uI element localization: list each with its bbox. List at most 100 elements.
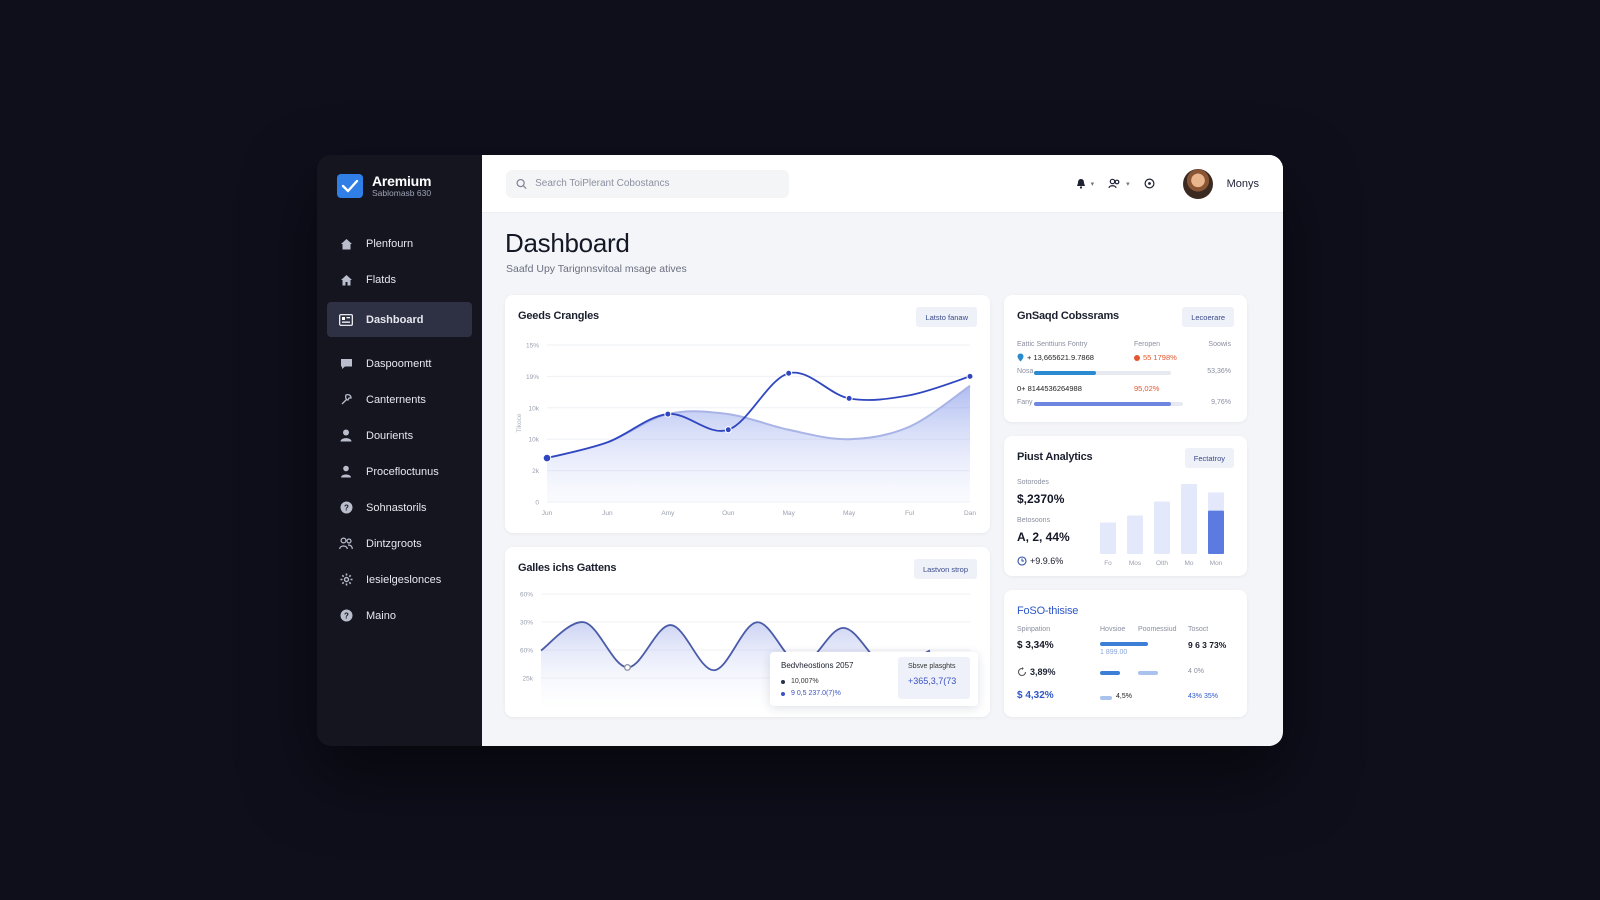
area-fill (547, 385, 970, 502)
app-window: Aremium Sablomasb 630 Plenfourn Flatds Das… (317, 155, 1283, 746)
home-icon (339, 237, 353, 251)
row-label: Nosa (1017, 368, 1034, 375)
progress-fill (1034, 402, 1172, 406)
avatar[interactable] (1182, 168, 1213, 199)
y-tick-label: 15% (526, 343, 539, 350)
sidebar-item-label: Plenfourn (366, 237, 414, 250)
progress-fill (1034, 371, 1096, 375)
sidebar-item-dashboard[interactable]: Dashboard (327, 302, 472, 337)
tooltip-row: 9 0,5 237.0(7)% (781, 690, 841, 697)
sidebar-item-maino[interactable]: ? Maino (327, 599, 472, 632)
house-icon (339, 273, 353, 287)
tooltip-row1: 10,007% (791, 678, 819, 685)
metric-right: 4 0% (1188, 668, 1204, 675)
x-tick-label: Olth (1156, 560, 1168, 567)
sidebar-item-dintzgroots[interactable]: Dintzgroots (327, 527, 472, 560)
person-icon (339, 465, 353, 479)
pivot-analytics-card: Piust Analytics Fectatroy Sotorodes $,23… (1004, 436, 1247, 576)
tooltip-right-label: Sbsve plasghts (908, 663, 956, 670)
chart-tooltip: Bedvheostions 2057 10,007% 9 0,5 237.0(7… (770, 652, 978, 706)
status-dot-icon (1134, 354, 1140, 361)
wave-chart-card: Galles ichs Gattens Lastvon strop 60% 30%… (505, 547, 990, 717)
page-subtitle: Saafd Upy Tarignnsvitoal msage atives (506, 263, 687, 275)
notifications-button[interactable]: ▾ (1076, 178, 1095, 189)
y-tick-label: 60% (520, 592, 533, 599)
row-id: + 13,665621.9.7868 (1027, 353, 1094, 362)
metric-sub: 1 899.00 (1100, 649, 1128, 656)
main-line-chart: 0 2k 10k 10k 19% 15% Tikoce Jun Jun Amy Oun May May F… (516, 343, 976, 518)
column-header: Spinpation (1017, 626, 1051, 633)
x-tick-label: May (843, 510, 856, 517)
y-tick-label: 0 (535, 500, 539, 507)
bar (1181, 484, 1197, 554)
sidebar-item-label: Iesielgeslonces (366, 573, 442, 586)
y-tick-label: 30% (520, 620, 533, 627)
metric-bar (1138, 671, 1158, 675)
y-tick-label: 10k (529, 437, 540, 444)
x-tick-label: Jun (542, 510, 553, 517)
bar (1127, 515, 1143, 554)
user-icon (339, 429, 353, 443)
data-point (724, 426, 732, 434)
search-input[interactable] (535, 178, 779, 189)
metric-right: 43% 35% (1188, 693, 1218, 700)
svg-text:?: ? (344, 504, 349, 513)
metric-bar (1100, 696, 1112, 700)
refresh-icon (1017, 667, 1027, 677)
bar (1100, 522, 1116, 554)
brand[interactable]: Aremium Sablomasb 630 (327, 169, 472, 199)
message-icon (339, 357, 353, 371)
data-point (785, 369, 793, 377)
topbar-actions: ▾ ▾ Monys (1076, 168, 1259, 199)
data-point (966, 372, 974, 380)
card-title: FoSO-thisise (1017, 605, 1079, 617)
main-content: ▾ ▾ Monys Dashboard Saafd Upy Tarignnsvi… (482, 155, 1283, 746)
sidebar-item-iesielgeslonces[interactable]: Iesielgeslonces (327, 563, 472, 596)
y-axis-label: Tikoce (516, 413, 523, 432)
sidebar-item-flatds[interactable]: Flatds (327, 263, 472, 296)
sidebar-item-dourients[interactable]: Dourients (327, 419, 472, 452)
row-value: 53,36% (1207, 368, 1231, 375)
sessions-card: GnSaqd Cobssrams Lecoerare Eattic Sentti… (1004, 295, 1247, 422)
row-delta: 55 1798% (1134, 353, 1177, 362)
pivot-bar-chart: Fo Mos Olth Mo Mon (1100, 484, 1224, 567)
sidebar-item-daspoomentt[interactable]: Daspoomentt (327, 347, 472, 380)
chevron-down-icon: ▾ (1090, 180, 1095, 188)
sidebar-item-procefloctunus[interactable]: Procefloctunus (327, 455, 472, 488)
sidebar-item-canternents[interactable]: Canternents (327, 383, 472, 416)
chevron-down-icon: ▾ (1126, 180, 1130, 188)
card-title: GnSaqd Cobssrams (1017, 310, 1119, 322)
sidebar-item-label: Sohnastorils (366, 501, 427, 514)
metric-sub: 4,5% (1116, 693, 1132, 700)
metric-value: $ 4,32% (1017, 690, 1054, 701)
x-tick-label: Mos (1129, 560, 1142, 567)
row-label: Fany (1017, 399, 1033, 406)
sidebar-item-plenfourn[interactable]: Plenfourn (327, 227, 472, 260)
y-tick-label: 19% (526, 374, 539, 381)
clock-icon (1144, 178, 1155, 189)
metric-bar (1100, 671, 1120, 675)
search-box[interactable] (506, 169, 789, 198)
main-chart-card: Geeds Crangles Latsto fanaw 0 2k 10k 10k 19%… (505, 295, 990, 533)
team-button[interactable]: ▾ (1108, 178, 1130, 189)
y-tick-label: 25k (523, 676, 534, 683)
card-action-button[interactable]: Lecoerare (1182, 307, 1234, 327)
metric-bar (1100, 642, 1148, 646)
y-tick-label: 10k (529, 405, 540, 412)
question-icon: ? (339, 609, 353, 623)
brand-subtitle: Sablomasb 630 (372, 188, 432, 198)
settings-button[interactable] (1144, 178, 1155, 189)
sidebar-item-label: Dintzgroots (366, 537, 422, 550)
sidebar-item-label: Canternents (366, 393, 426, 406)
data-point (542, 453, 552, 463)
tooltip-title: Bedvheostions 2057 (781, 661, 854, 670)
tooltip-row2: 9 0,5 237.0(7)% (791, 690, 841, 697)
bar (1154, 501, 1170, 554)
x-tick-label: Jun (602, 510, 613, 517)
tooltip-right-value: +365,3,7(73 (908, 676, 957, 686)
user-name[interactable]: Monys (1227, 178, 1259, 190)
data-point (664, 410, 672, 418)
users-icon (339, 537, 353, 551)
y-tick-label: 2k (532, 468, 540, 475)
sidebar-item-sohnastorils[interactable]: ? Sohnastorils (327, 491, 472, 524)
